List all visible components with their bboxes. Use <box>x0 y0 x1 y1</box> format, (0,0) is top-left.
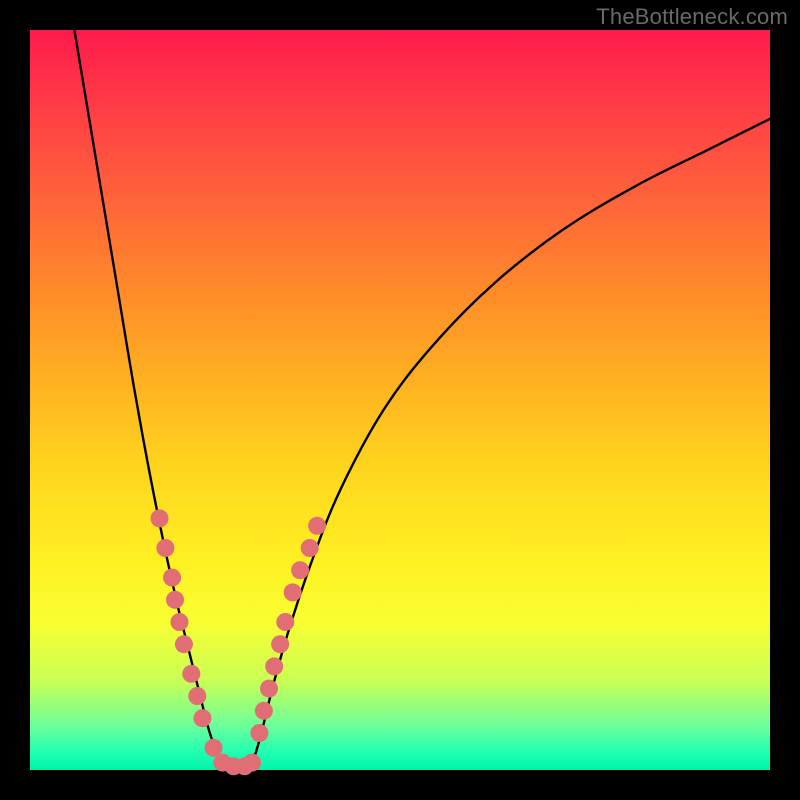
data-marker <box>291 561 309 579</box>
data-marker <box>308 517 326 535</box>
data-marker <box>301 539 319 557</box>
data-marker <box>193 709 211 727</box>
data-marker <box>188 687 206 705</box>
chart-svg <box>30 30 770 770</box>
data-marker <box>265 657 283 675</box>
chart-frame: TheBottleneck.com <box>0 0 800 800</box>
data-marker <box>151 509 169 527</box>
data-marker <box>243 754 261 772</box>
data-marker <box>250 724 268 742</box>
curve-group <box>74 30 770 771</box>
data-marker <box>163 569 181 587</box>
data-marker <box>276 613 294 631</box>
data-marker <box>284 583 302 601</box>
data-marker <box>156 539 174 557</box>
data-marker <box>175 635 193 653</box>
bottleneck-curve <box>74 30 770 771</box>
data-marker <box>166 591 184 609</box>
data-marker <box>255 702 273 720</box>
data-marker <box>170 613 188 631</box>
data-marker <box>260 680 278 698</box>
marker-group <box>151 509 327 775</box>
plot-area <box>30 30 770 770</box>
data-marker <box>182 665 200 683</box>
watermark-text: TheBottleneck.com <box>596 4 788 30</box>
data-marker <box>271 635 289 653</box>
